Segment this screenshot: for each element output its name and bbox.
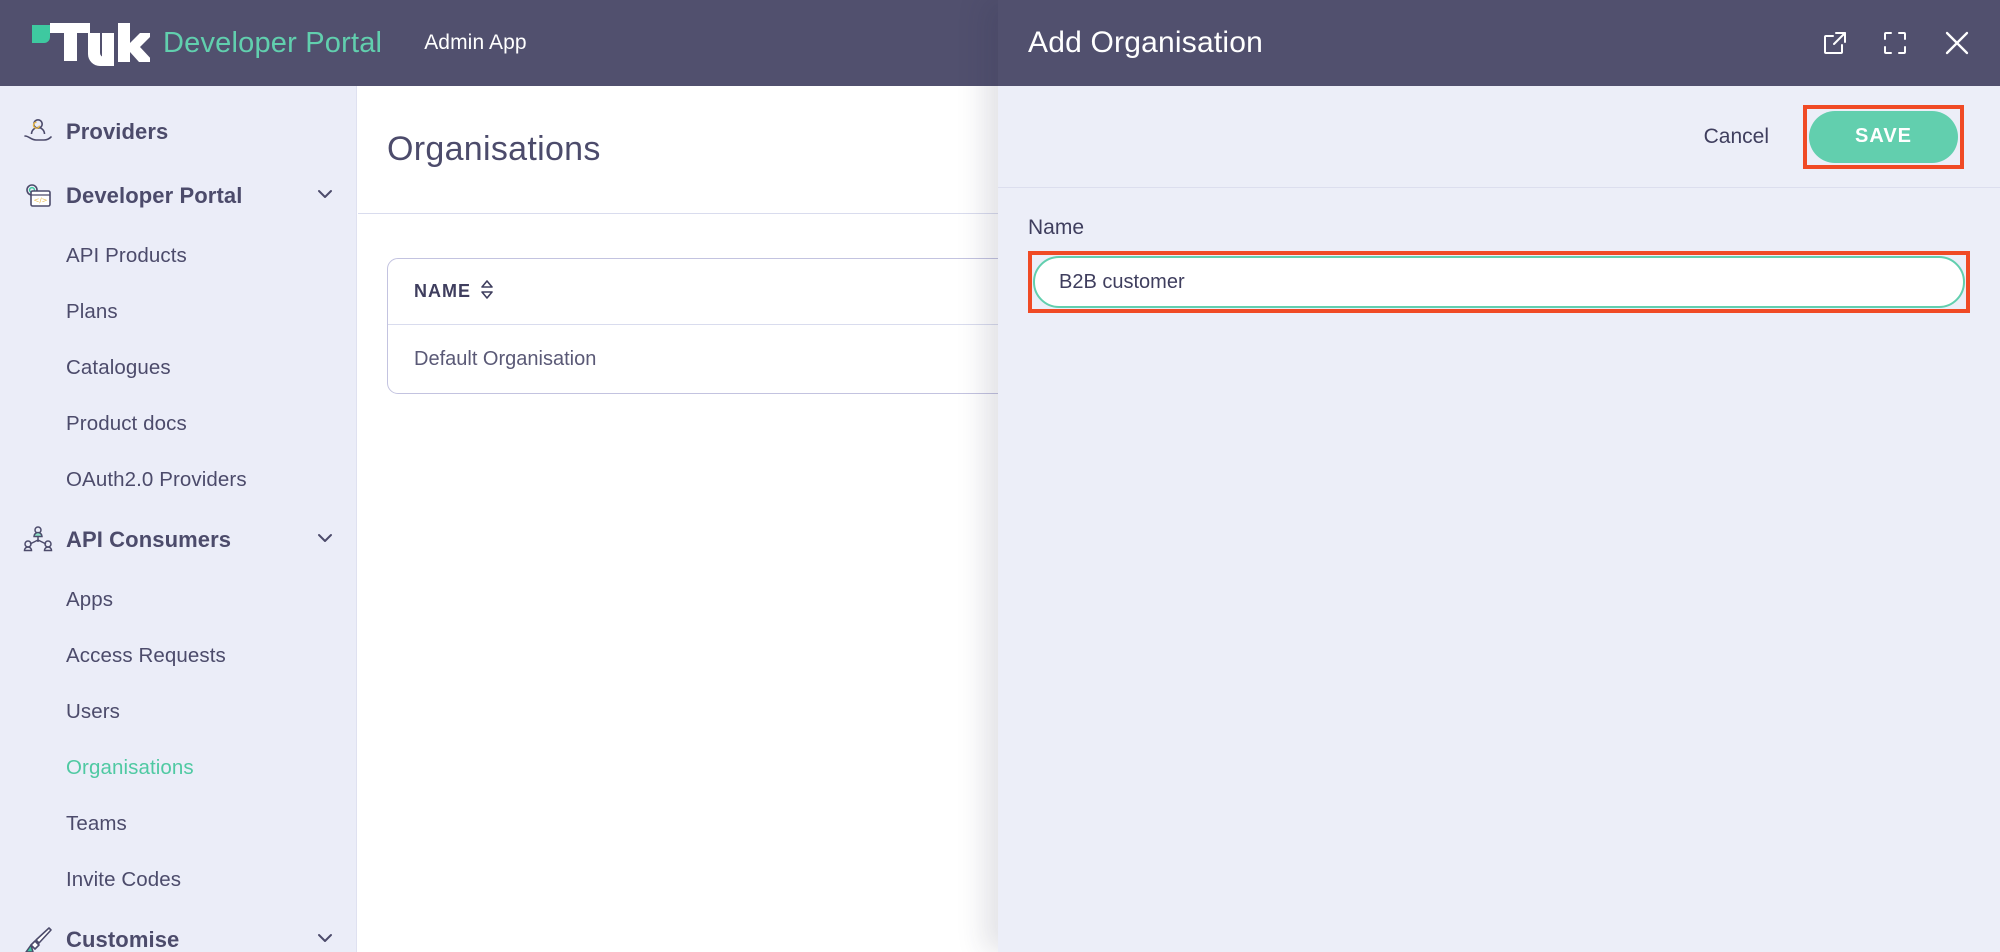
cancel-button[interactable]: Cancel (1704, 125, 1769, 149)
sidebar-item-teams[interactable]: Teams (0, 796, 356, 852)
sidebar-item-label: Invite Codes (66, 868, 181, 892)
sidebar-group-label: Developer Portal (66, 183, 242, 209)
sidebar-group-customise[interactable]: Customise (0, 908, 356, 952)
name-field-label: Name (1028, 216, 1970, 240)
drawer-body: Name (998, 188, 2000, 313)
brand-subtitle: Developer Portal (163, 27, 382, 60)
sidebar-item-oauth2-0-providers[interactable]: OAuth2.0 Providers (0, 452, 356, 508)
paintbrush-icon (16, 925, 60, 952)
sidebar-item-api-products[interactable]: API Products (0, 228, 356, 284)
drawer-header: Add Organisation (998, 0, 2000, 86)
admin-app-label[interactable]: Admin App (424, 31, 526, 55)
sidebar-group-label: Customise (66, 927, 179, 952)
drawer-header-actions (1822, 28, 1972, 58)
external-link-icon[interactable] (1822, 30, 1848, 56)
column-header-name[interactable]: NAME (414, 280, 494, 304)
svg-text:</>: </> (33, 197, 47, 205)
sidebar-item-label: Plans (66, 300, 118, 324)
drawer-title: Add Organisation (1028, 26, 1263, 60)
sidebar: Providers </> Developer Portal API Produc… (0, 86, 357, 952)
sidebar-item-label: OAuth2.0 Providers (66, 468, 247, 492)
sidebar-item-users[interactable]: Users (0, 684, 356, 740)
sort-icon[interactable] (480, 280, 494, 304)
add-organisation-drawer: Add Organisation (998, 0, 2000, 952)
sidebar-item-plans[interactable]: Plans (0, 284, 356, 340)
page-title: Organisations (387, 130, 601, 169)
sidebar-item-label: Organisations (66, 756, 194, 780)
save-button-annotation: SAVE (1803, 105, 1964, 169)
brand[interactable]: Developer Portal (30, 19, 382, 67)
sidebar-item-invite-codes[interactable]: Invite Codes (0, 852, 356, 908)
sidebar-item-product-docs[interactable]: Product docs (0, 396, 356, 452)
sidebar-group-developer-portal[interactable]: </> Developer Portal (0, 164, 356, 228)
sidebar-item-label: API Products (66, 244, 187, 268)
expand-icon[interactable] (1882, 30, 1908, 56)
sidebar-item-label: Catalogues (66, 356, 171, 380)
people-network-icon (16, 525, 60, 555)
close-icon[interactable] (1942, 28, 1972, 58)
column-header-name-label: NAME (414, 281, 471, 302)
sidebar-group-api-consumers[interactable]: API Consumers (0, 508, 356, 572)
sidebar-group-label: Providers (66, 119, 168, 145)
sidebar-item-apps[interactable]: Apps (0, 572, 356, 628)
drawer-toolbar: Cancel SAVE (998, 86, 2000, 188)
sidebar-group-label: API Consumers (66, 527, 231, 553)
sidebar-group-providers[interactable]: Providers (0, 100, 356, 164)
hand-coin-icon (16, 117, 60, 147)
sidebar-item-label: Apps (66, 588, 113, 612)
sidebar-item-label: Teams (66, 812, 127, 836)
chevron-down-icon[interactable] (314, 927, 336, 952)
app-root: Developer Portal Admin App Providers </>… (0, 0, 2000, 952)
sidebar-item-label: Access Requests (66, 644, 226, 668)
save-button[interactable]: SAVE (1809, 111, 1958, 163)
portal-gear-icon: </> (16, 181, 60, 211)
name-input[interactable] (1033, 256, 1965, 308)
sidebar-item-organisations[interactable]: Organisations (0, 740, 356, 796)
sidebar-item-access-requests[interactable]: Access Requests (0, 628, 356, 684)
tyk-logo-icon (30, 19, 150, 67)
chevron-down-icon[interactable] (314, 527, 336, 554)
sidebar-item-catalogues[interactable]: Catalogues (0, 340, 356, 396)
name-input-annotation (1028, 251, 1970, 313)
table-cell-name: Default Organisation (414, 348, 596, 371)
chevron-down-icon[interactable] (314, 183, 336, 210)
sidebar-item-label: Product docs (66, 412, 187, 436)
sidebar-item-label: Users (66, 700, 120, 724)
